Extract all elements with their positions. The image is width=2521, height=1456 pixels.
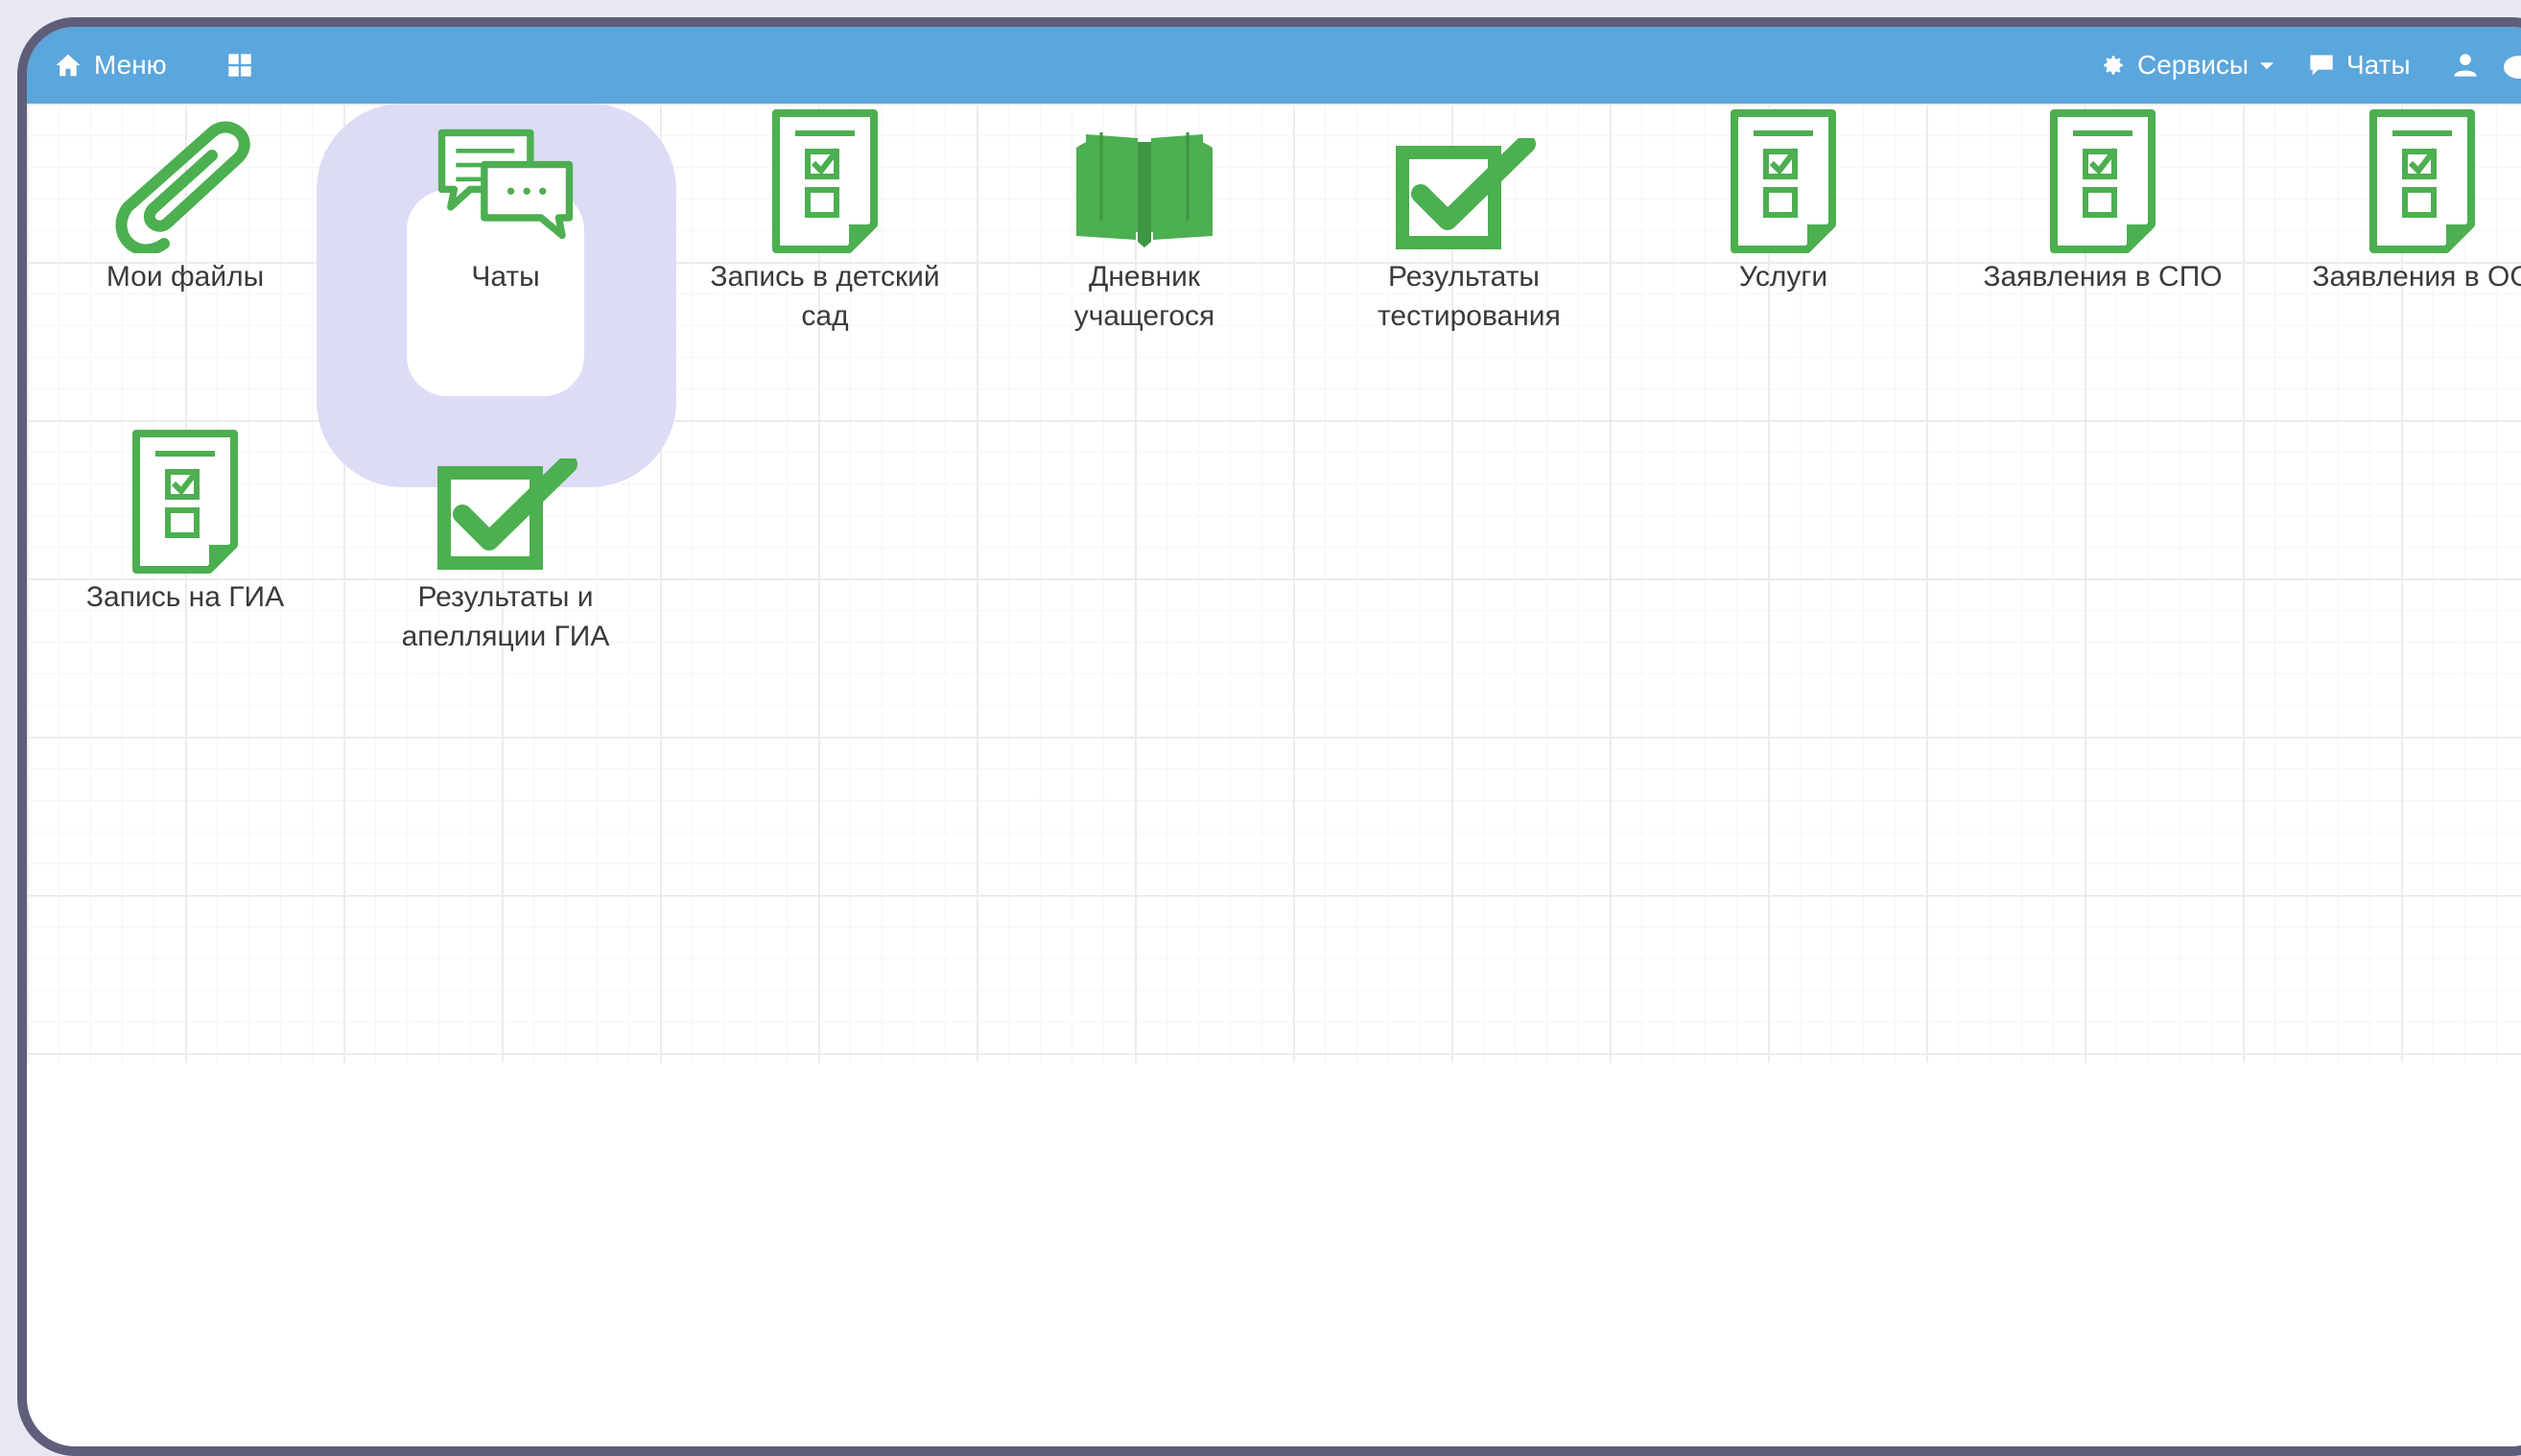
tile-my-files[interactable]: Мои файлы [41, 104, 329, 296]
tile-label: Дневник учащегося [1073, 261, 1215, 332]
grid-icon [228, 54, 251, 77]
tile-label: Результаты тестирования [1378, 261, 1561, 332]
tile-oo-applications[interactable]: Заявления в ОО [2278, 104, 2521, 296]
paperclip-icon [108, 119, 262, 253]
chats-link[interactable]: Чаты [2308, 27, 2411, 104]
checkbox-check-icon [1392, 138, 1536, 253]
tile-label: Услуги [1738, 261, 1828, 293]
apps-grid-button[interactable] [226, 27, 253, 104]
services-label: Сервисы [2137, 50, 2250, 80]
user-menu[interactable] [2452, 27, 2521, 104]
menu-label: Меню [94, 50, 167, 80]
chats-label: Чаты [2346, 50, 2411, 80]
home-icon [56, 54, 81, 77]
chat-bubbles-icon [434, 126, 577, 241]
document-checklist-icon [2049, 109, 2156, 253]
checkbox-check-icon [434, 458, 577, 574]
tiles-area: Мои файлы Чаты Запись в детский сад Днев… [27, 104, 2521, 1063]
tile-label: Заявления в СПО [1983, 261, 2223, 293]
tile-spo-applications[interactable]: Заявления в СПО [1959, 104, 2247, 296]
caret-down-icon [2260, 62, 2274, 70]
tile-services[interactable]: Услуги [1639, 104, 1927, 296]
cloud-icon [2504, 56, 2521, 79]
menu-link[interactable]: Меню [54, 27, 167, 104]
app-window: Меню Сервисы Чаты Мои файлы Чаты Запись … [17, 17, 2521, 1456]
tile-label: Заявления в ОО [2312, 261, 2521, 293]
tile-test-results[interactable]: Результаты тестирования [1320, 104, 1608, 336]
open-book-icon [1072, 129, 1216, 253]
tile-gia-registration[interactable]: Запись на ГИА [41, 424, 329, 617]
tile-gia-results-appeals[interactable]: Результаты и апелляции ГИА [362, 424, 649, 656]
comment-icon [2310, 55, 2333, 76]
gear-icon [2104, 56, 2123, 75]
tile-label: Мои файлы [106, 261, 265, 293]
document-checklist-icon [131, 430, 239, 574]
tile-chats[interactable]: Чаты [362, 104, 649, 296]
tile-label: Запись на ГИА [85, 581, 285, 613]
services-dropdown[interactable]: Сервисы [2101, 27, 2274, 104]
top-navbar: Меню Сервисы Чаты [27, 27, 2521, 104]
document-checklist-icon [771, 109, 879, 253]
tile-kindergarten-enrollment[interactable]: Запись в детский сад [681, 104, 969, 336]
tile-label: Запись в детский сад [710, 261, 940, 332]
tile-student-diary[interactable]: Дневник учащегося [1001, 104, 1288, 336]
tile-label: Чаты [471, 261, 540, 293]
tile-label: Результаты и апелляции ГИА [401, 581, 610, 652]
user-icon [2454, 54, 2477, 77]
document-checklist-icon [2368, 109, 2476, 253]
document-checklist-icon [1730, 109, 1837, 253]
